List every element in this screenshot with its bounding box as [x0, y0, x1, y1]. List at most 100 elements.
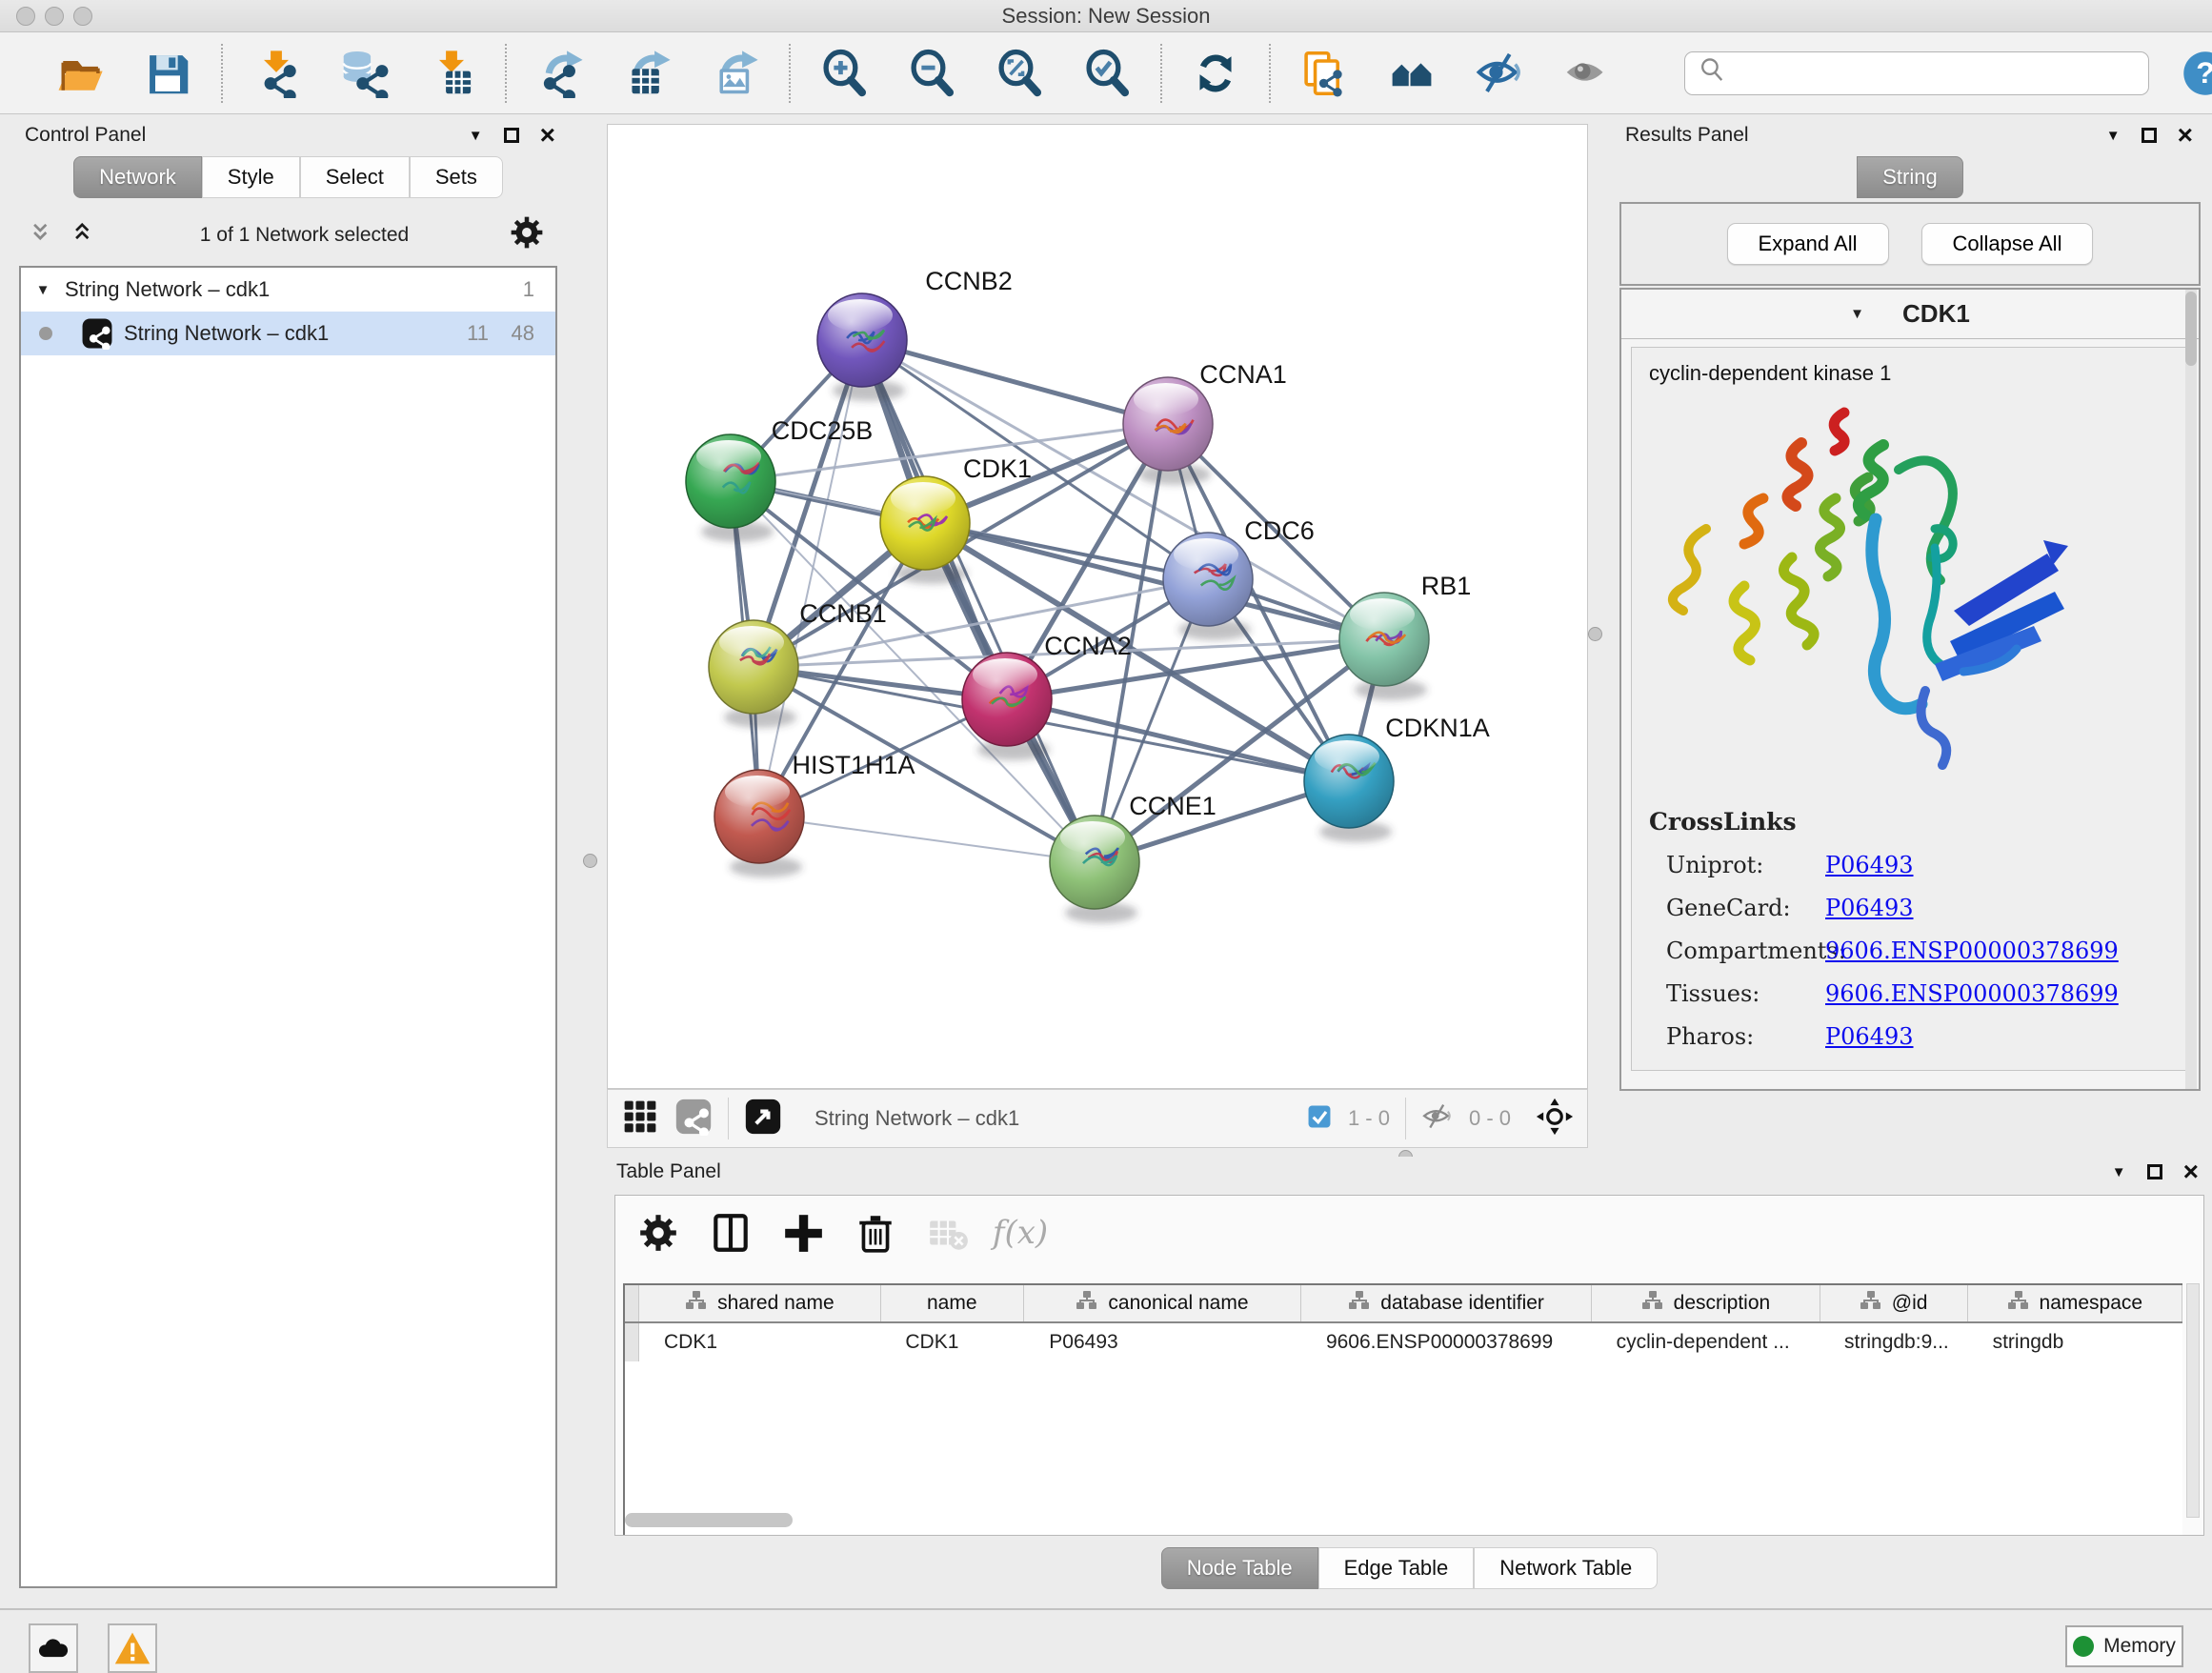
- table-row[interactable]: CDK1CDK1P064939606.ENSP00000378699cyclin…: [625, 1323, 2182, 1361]
- save-session-icon[interactable]: [141, 47, 194, 100]
- import-network-database-icon[interactable]: [337, 47, 391, 100]
- expand-all-icon[interactable]: [72, 218, 101, 252]
- gear-icon[interactable]: [508, 213, 546, 256]
- triangle-down-icon[interactable]: ▼: [1850, 306, 1864, 322]
- zoom-selected-icon[interactable]: [1080, 47, 1134, 100]
- panel-float-icon[interactable]: [504, 128, 519, 143]
- column-header-namespace[interactable]: namespace: [1968, 1285, 2182, 1321]
- tree-collapse-icon[interactable]: ▼: [21, 282, 65, 298]
- right-splitter-handle[interactable]: [1588, 627, 1602, 641]
- collapse-all-button[interactable]: Collapse All: [1921, 223, 2094, 265]
- table-settings-gear-icon[interactable]: [636, 1211, 680, 1255]
- table-cell[interactable]: stringdb: [1968, 1323, 2182, 1361]
- network-node-CCNA1[interactable]: CCNA1: [1123, 360, 1287, 485]
- export-network-icon[interactable]: [533, 47, 587, 100]
- column-header--id[interactable]: @id: [1820, 1285, 1968, 1321]
- add-column-icon[interactable]: [781, 1211, 825, 1255]
- refresh-view-icon[interactable]: [1189, 47, 1242, 100]
- column-header-name[interactable]: name: [881, 1285, 1024, 1321]
- panel-minimize-icon[interactable]: ▼: [469, 128, 483, 144]
- crosslink-link[interactable]: 9606.ENSP00000378699: [1825, 980, 2119, 1007]
- table-panel-title: Table Panel: [616, 1160, 721, 1183]
- column-header-description[interactable]: description: [1592, 1285, 1820, 1321]
- import-network-icon[interactable]: [250, 47, 303, 100]
- tab-edge-table[interactable]: Edge Table: [1318, 1547, 1475, 1589]
- results-scrollbar[interactable]: [2185, 290, 2197, 1089]
- grid-view-icon[interactable]: [621, 1098, 659, 1140]
- panel-float-icon[interactable]: [2147, 1164, 2162, 1179]
- window-minimize-button[interactable]: [45, 7, 64, 26]
- table-cell[interactable]: CDK1: [639, 1323, 880, 1361]
- tab-string[interactable]: String: [1857, 156, 1962, 198]
- warning-icon[interactable]: [108, 1623, 157, 1673]
- cloud-icon[interactable]: [29, 1623, 78, 1673]
- crosslink-link[interactable]: 9606.ENSP00000378699: [1825, 937, 2119, 964]
- string-share-icon: [70, 317, 124, 350]
- memory-button[interactable]: Memory: [2065, 1625, 2183, 1667]
- tree-expand-collapse-icons[interactable]: [30, 218, 101, 252]
- export-table-icon[interactable]: [621, 47, 674, 100]
- crosslink-link[interactable]: P06493: [1825, 895, 1914, 921]
- show-columns-icon[interactable]: [709, 1211, 753, 1255]
- expand-all-button[interactable]: Expand All: [1727, 223, 1889, 265]
- network-row[interactable]: String Network – cdk1 11 48: [21, 312, 555, 355]
- tab-node-table[interactable]: Node Table: [1161, 1547, 1318, 1589]
- zoom-out-icon[interactable]: [905, 47, 958, 100]
- panel-close-icon[interactable]: ×: [2178, 128, 2193, 143]
- table-horizontal-scrollbar[interactable]: [625, 1513, 793, 1527]
- column-header-shared-name[interactable]: shared name: [639, 1285, 881, 1321]
- network-node-CDC25B[interactable]: CDC25B: [686, 416, 873, 542]
- panel-minimize-icon[interactable]: ▼: [2106, 128, 2121, 144]
- network-node-HIST1H1A[interactable]: HIST1H1A: [714, 751, 915, 877]
- export-image-icon[interactable]: [709, 47, 762, 100]
- crosshair-icon[interactable]: [1536, 1098, 1574, 1140]
- tab-sets[interactable]: Sets: [410, 156, 503, 198]
- node-table[interactable]: shared namenamecanonical namedatabase id…: [623, 1283, 2182, 1535]
- panel-minimize-icon[interactable]: ▼: [2112, 1164, 2126, 1180]
- table-cell[interactable]: 9606.ENSP00000378699: [1301, 1323, 1592, 1361]
- table-vertical-scrollbar[interactable]: [2186, 1283, 2200, 1518]
- tab-network-table[interactable]: Network Table: [1474, 1547, 1658, 1589]
- import-table-icon[interactable]: [425, 47, 478, 100]
- delete-column-icon[interactable]: [854, 1211, 897, 1255]
- zoom-in-icon[interactable]: [817, 47, 871, 100]
- network-node-CDKN1A[interactable]: CDKN1A: [1304, 714, 1490, 842]
- network-graph[interactable]: CCNB2 CCNA1 CDC25B CDK1 CDC6 RB1 CCNB1: [608, 125, 1587, 1088]
- table-cell[interactable]: cyclin-dependent ...: [1592, 1323, 1820, 1361]
- new-network-from-selection-icon[interactable]: [1297, 47, 1351, 100]
- tab-select[interactable]: Select: [300, 156, 410, 198]
- checkbox-icon[interactable]: [1306, 1103, 1333, 1135]
- left-splitter-handle[interactable]: [583, 854, 597, 868]
- crosslink-link[interactable]: P06493: [1825, 852, 1914, 878]
- node-label: CDKN1A: [1385, 714, 1490, 742]
- crosslink-link[interactable]: P06493: [1825, 1023, 1914, 1050]
- hide-selected-icon[interactable]: [1473, 47, 1526, 100]
- network-node-RB1[interactable]: RB1: [1339, 572, 1471, 700]
- zoom-fit-icon[interactable]: [993, 47, 1046, 100]
- table-cell[interactable]: CDK1: [880, 1323, 1024, 1361]
- table-cell[interactable]: stringdb:9...: [1820, 1323, 1968, 1361]
- table-cell[interactable]: P06493: [1024, 1323, 1301, 1361]
- help-icon[interactable]: ?: [2182, 50, 2212, 97]
- panel-close-icon[interactable]: ×: [540, 128, 555, 143]
- navigator-icon[interactable]: [744, 1098, 782, 1140]
- network-collection-row[interactable]: ▼ String Network – cdk1 1: [21, 268, 555, 312]
- share-view-icon[interactable]: [674, 1098, 713, 1140]
- column-header-database-identifier[interactable]: database identifier: [1301, 1285, 1592, 1321]
- collapse-all-icon[interactable]: [30, 218, 59, 252]
- tab-style[interactable]: Style: [202, 156, 300, 198]
- show-all-icon[interactable]: [1560, 47, 1614, 100]
- window-close-button[interactable]: [16, 7, 35, 26]
- tab-network[interactable]: Network: [73, 156, 202, 198]
- network-node-CCNE1[interactable]: CCNE1: [1050, 792, 1217, 923]
- network-node-CCNB2[interactable]: CCNB2: [817, 267, 1013, 401]
- search-box[interactable]: [1684, 51, 2149, 95]
- network-canvas[interactable]: CCNB2 CCNA1 CDC25B CDK1 CDC6 RB1 CCNB1: [607, 124, 1588, 1089]
- panel-close-icon[interactable]: ×: [2183, 1164, 2199, 1179]
- search-input[interactable]: [1729, 62, 2148, 85]
- open-session-icon[interactable]: [53, 47, 107, 100]
- window-zoom-button[interactable]: [73, 7, 92, 26]
- column-header-canonical-name[interactable]: canonical name: [1024, 1285, 1301, 1321]
- first-neighbors-icon[interactable]: [1385, 47, 1438, 100]
- panel-float-icon[interactable]: [2142, 128, 2157, 143]
